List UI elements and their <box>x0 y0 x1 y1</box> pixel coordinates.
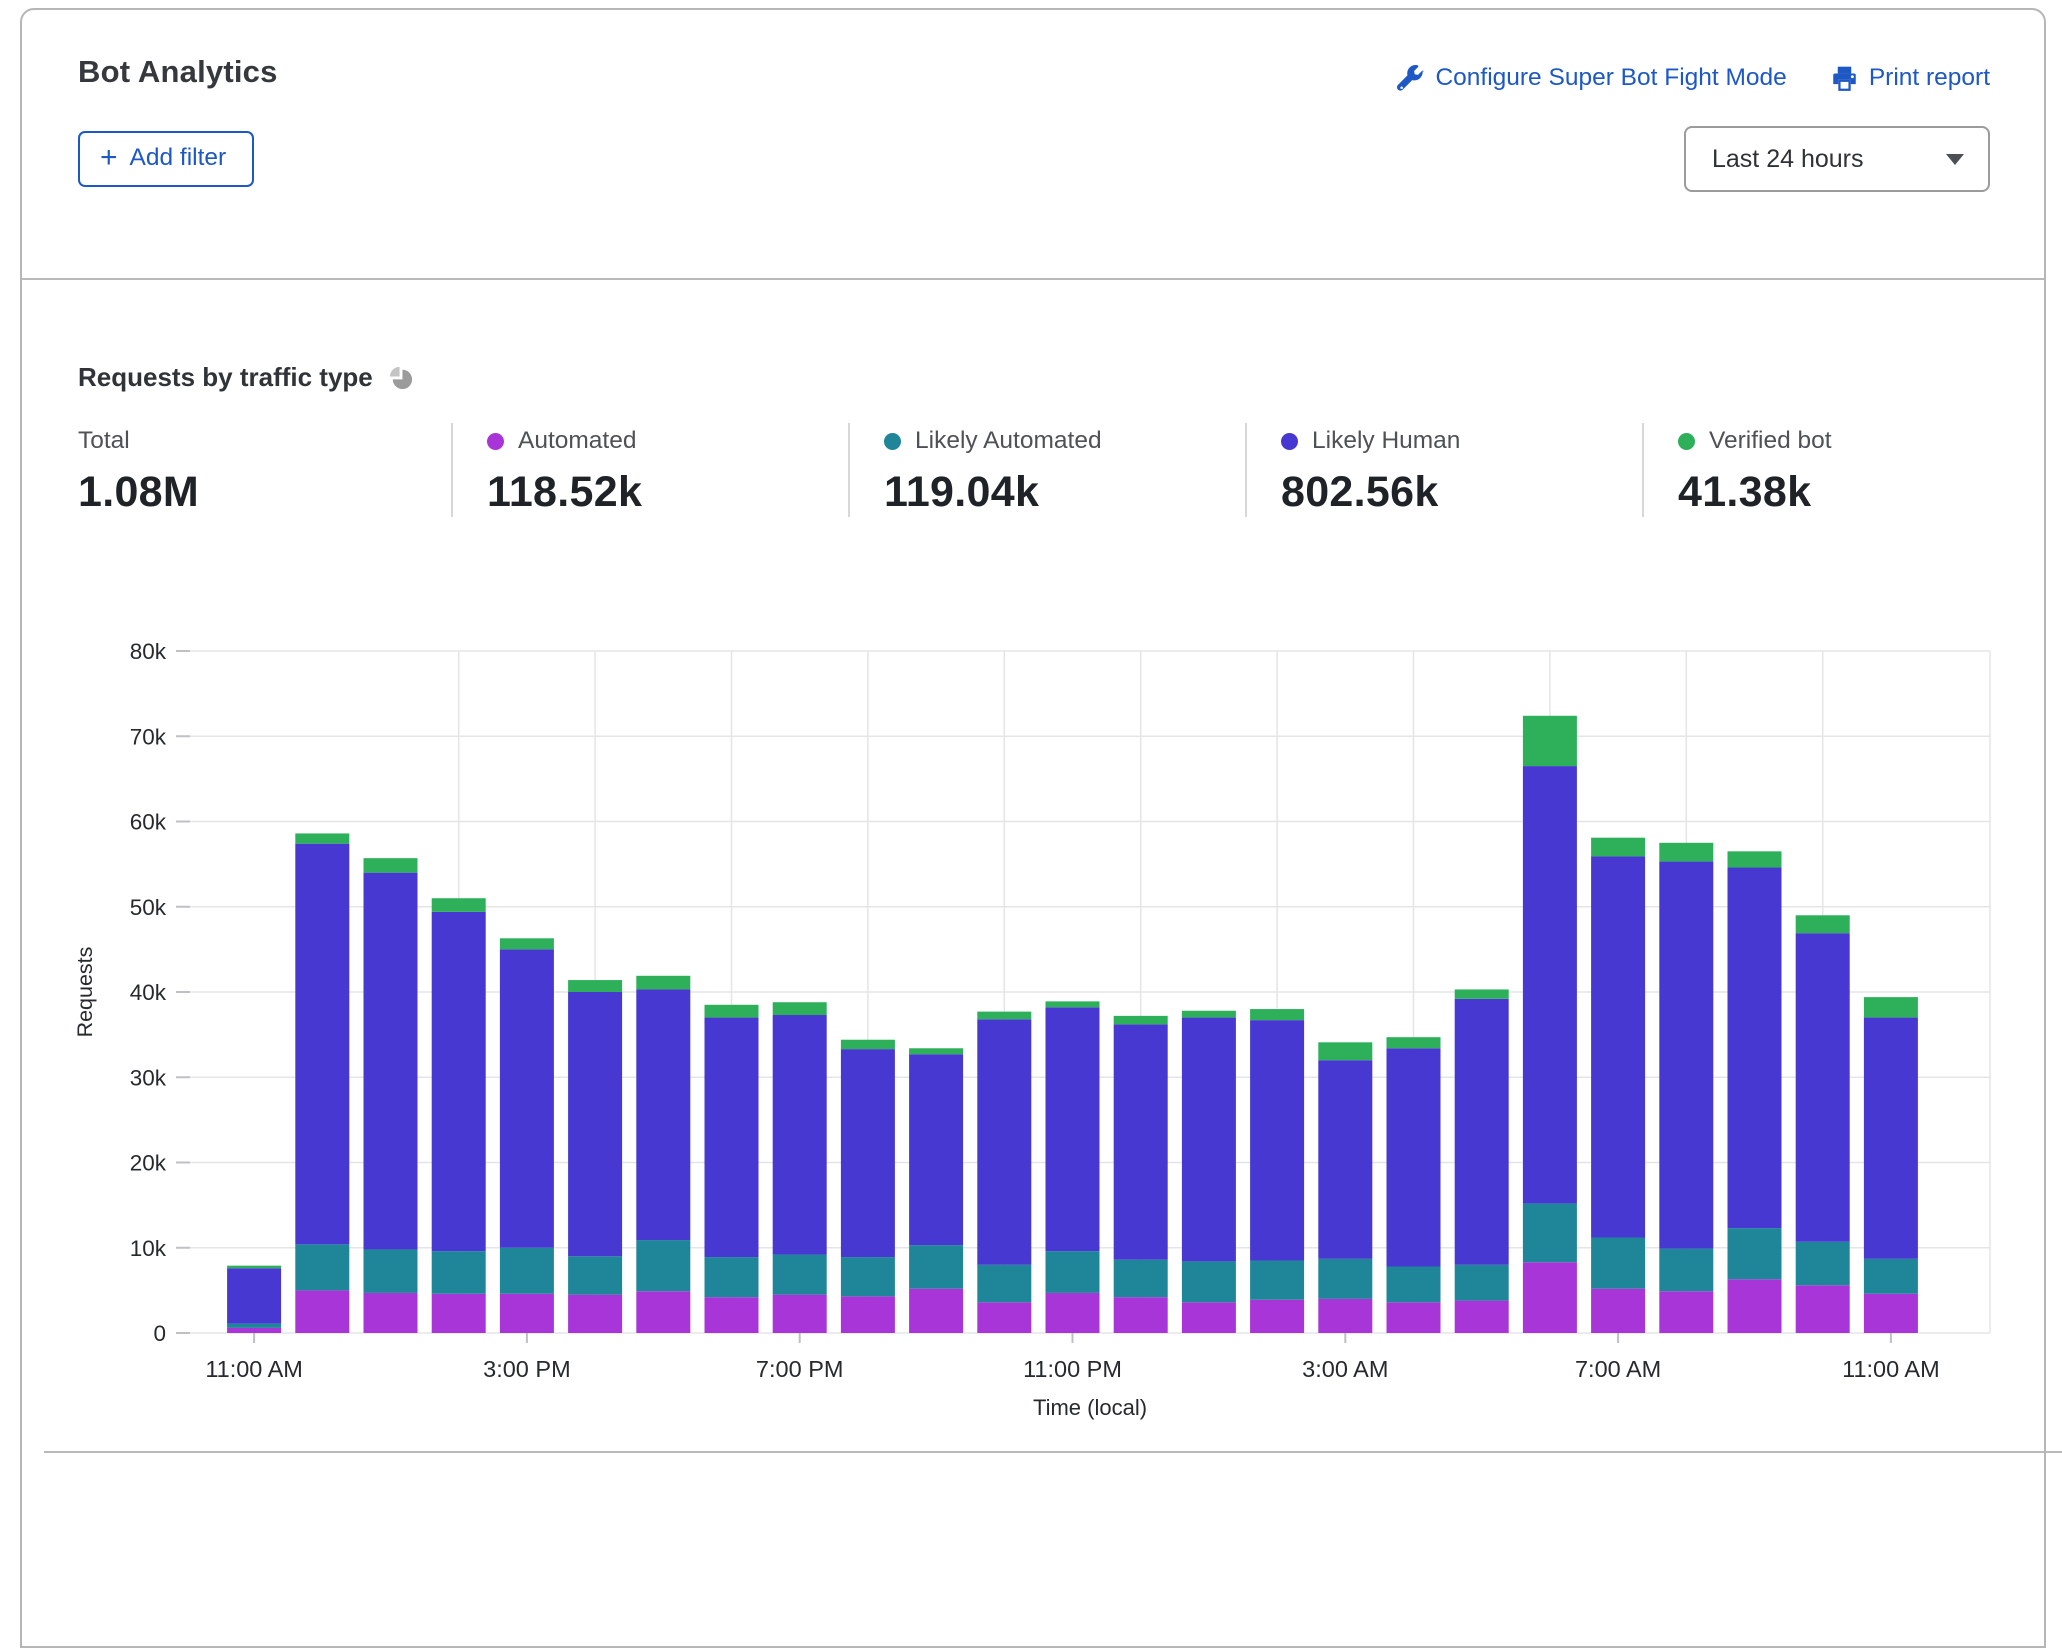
stat-automated-value: 118.52k <box>487 468 643 516</box>
add-filter-label: Add filter <box>129 144 227 171</box>
svg-text:7:00 AM: 7:00 AM <box>1575 1356 1661 1382</box>
stat-likely-automated-label: Likely Automated <box>915 427 1102 454</box>
automated-legend-dot <box>487 432 504 450</box>
svg-text:11:00 PM: 11:00 PM <box>1023 1356 1122 1382</box>
controls-row: + Add filter Last 24 hours <box>78 126 1990 192</box>
svg-text:Requests: Requests <box>73 947 97 1038</box>
configure-link-label: Configure Super Bot Fight Mode <box>1435 64 1787 91</box>
chart-bar[interactable] <box>1659 842 1714 1333</box>
svg-text:70k: 70k <box>130 724 167 749</box>
likely-human-legend-dot <box>1281 432 1298 450</box>
printer-icon <box>1831 65 1858 92</box>
stat-automated[interactable]: Automated 118.52k <box>451 423 848 517</box>
svg-text:40k: 40k <box>130 980 167 1005</box>
print-link-label: Print report <box>1868 64 1990 91</box>
chart-bar[interactable] <box>840 1039 895 1333</box>
chart-bar[interactable] <box>1386 1037 1441 1333</box>
stat-likely-human-value: 802.56k <box>1281 468 1439 516</box>
chart-bar[interactable] <box>1522 715 1577 1333</box>
chart-title: Requests by traffic type <box>78 362 373 392</box>
header-links: Configure Super Bot Fight Mode Print rep… <box>1397 64 1990 92</box>
svg-text:50k: 50k <box>130 895 167 920</box>
stat-verified-bot-value: 41.38k <box>1678 468 1812 516</box>
chart-bar[interactable] <box>1045 1001 1100 1333</box>
stat-total-label: Total <box>78 427 130 454</box>
stat-likely-human[interactable]: Likely Human 802.56k <box>1245 423 1642 517</box>
chart-bar[interactable] <box>1181 1010 1236 1333</box>
stat-total-value: 1.08M <box>78 468 200 516</box>
chart-bar[interactable] <box>363 858 418 1333</box>
chart-bar[interactable] <box>295 833 350 1333</box>
verified-bot-legend-dot <box>1678 432 1695 450</box>
svg-text:0: 0 <box>153 1321 166 1346</box>
chevron-down-icon <box>1946 153 1964 165</box>
card-header: Bot Analytics Configure Super Bot Fight … <box>22 10 2044 280</box>
time-range-value: Last 24 hours <box>1712 144 1864 173</box>
chart-bar[interactable] <box>1113 1015 1168 1333</box>
chart-bar[interactable] <box>1454 989 1509 1333</box>
chart-section: Requests by traffic type Total 1.08M Aut… <box>22 362 2044 517</box>
svg-text:60k: 60k <box>130 810 167 835</box>
svg-text:3:00 PM: 3:00 PM <box>483 1356 571 1382</box>
stat-verified-bot-label: Verified bot <box>1709 427 1832 454</box>
wrench-icon <box>1397 64 1425 92</box>
svg-text:11:00 AM: 11:00 AM <box>1842 1356 1940 1382</box>
svg-text:20k: 20k <box>130 1151 167 1176</box>
stat-automated-label: Automated <box>518 427 637 454</box>
svg-text:3:00 AM: 3:00 AM <box>1302 1356 1388 1382</box>
svg-text:30k: 30k <box>130 1065 167 1090</box>
svg-text:Time (local): Time (local) <box>1033 1395 1147 1420</box>
svg-text:11:00 AM: 11:00 AM <box>205 1356 303 1382</box>
svg-text:7:00 PM: 7:00 PM <box>756 1356 844 1382</box>
stat-likely-human-label: Likely Human <box>1312 427 1461 454</box>
requests-by-traffic-type-chart: 0 10k 20k 30k 40k 50k 60k 70k 80k 11:00 AM 3:00 PM… <box>73 639 1991 1420</box>
chart-bar[interactable] <box>431 898 486 1333</box>
chart-bar[interactable] <box>636 975 691 1333</box>
svg-text:10k: 10k <box>130 1236 167 1261</box>
chart-bar[interactable] <box>977 1011 1032 1333</box>
svg-text:80k: 80k <box>130 639 167 664</box>
title-row: Bot Analytics Configure Super Bot Fight … <box>78 54 1990 92</box>
traffic-type-stats: Total 1.08M Automated 118.52k Likely Aut… <box>78 423 2044 517</box>
page: { "header": { "title": "Bot Analytics", … <box>0 0 2062 1648</box>
chart-bar[interactable] <box>909 1048 964 1333</box>
chart-bar[interactable] <box>1318 1042 1373 1333</box>
stat-total: Total 1.08M <box>78 423 451 517</box>
chart-bar[interactable] <box>227 1265 282 1333</box>
chart-bar[interactable] <box>1591 837 1646 1333</box>
chart-bar[interactable] <box>772 1002 827 1333</box>
section-divider <box>44 1451 2062 1453</box>
chart-bar[interactable] <box>704 1004 759 1333</box>
chart-bar[interactable] <box>499 938 554 1333</box>
time-range-select[interactable]: Last 24 hours <box>1684 126 1990 192</box>
chart-bar[interactable] <box>1863 997 1918 1333</box>
stat-likely-automated-value: 119.04k <box>884 468 1040 516</box>
stat-likely-automated[interactable]: Likely Automated 119.04k <box>848 423 1245 517</box>
stat-verified-bot[interactable]: Verified bot 41.38k <box>1642 423 2039 517</box>
chart-bar[interactable] <box>1727 851 1782 1333</box>
add-filter-button[interactable]: + Add filter <box>78 131 255 187</box>
likely-automated-legend-dot <box>884 432 901 450</box>
print-report-link[interactable]: Print report <box>1831 64 1990 92</box>
configure-super-bot-fight-mode-link[interactable]: Configure Super Bot Fight Mode <box>1397 64 1787 92</box>
plus-icon: + <box>100 141 118 174</box>
chart-bar[interactable] <box>1250 1009 1305 1333</box>
chart-bar[interactable] <box>568 980 623 1333</box>
page-title: Bot Analytics <box>78 54 278 89</box>
chart-bar[interactable] <box>1795 915 1850 1333</box>
pie-chart-icon <box>388 364 415 391</box>
